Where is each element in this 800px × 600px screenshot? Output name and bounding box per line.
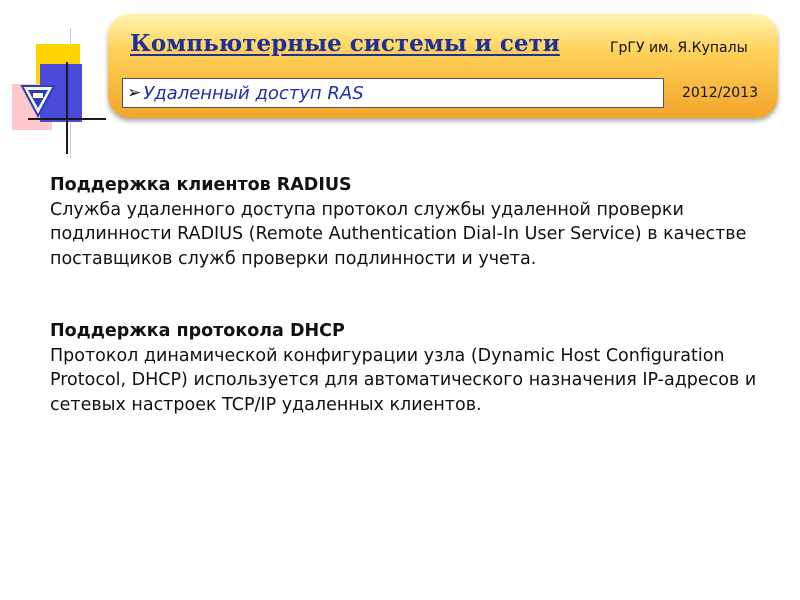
section-dhcp: Поддержка протокола DHCP Протокол динами… [50,319,770,417]
university-name: ГрГУ им. Я.Купалы [610,40,748,56]
section-radius: Поддержка клиентов RADIUS Служба удаленн… [50,173,770,271]
slide-content: Поддержка клиентов RADIUS Служба удаленн… [50,173,770,465]
section-heading: Поддержка клиентов RADIUS [50,175,352,195]
section-body: Протокол динамической конфигурации узла … [50,345,757,415]
topic-box: ➢ Удаленный доступ RAS [122,78,664,108]
arrow-bullet-icon: ➢ [127,83,142,103]
decor-vertical-line [66,62,68,154]
academic-year: 2012/2013 [682,85,758,101]
topic-title: Удаленный доступ RAS [143,82,364,104]
section-heading: Поддержка протокола DHCP [50,321,345,341]
decor-horizontal-line [28,118,106,120]
course-title: Компьютерные системы и сети [130,30,560,57]
university-emblem-icon [20,85,56,118]
section-body: Служба удаленного доступа протокол служб… [50,199,747,269]
